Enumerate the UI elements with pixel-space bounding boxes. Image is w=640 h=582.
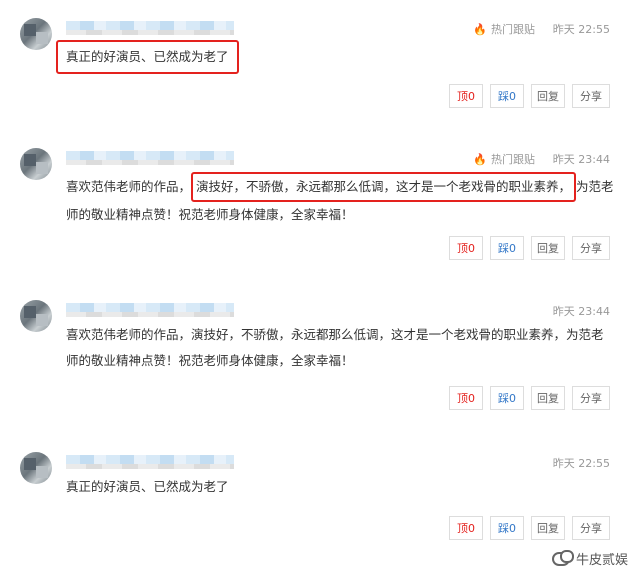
reply-button[interactable]: 回复 [531, 236, 565, 260]
comment-actions: 顶0 踩0 回复 分享 [443, 236, 610, 260]
highlighted-text: 演技好，不骄傲，永远都那么低调，这才是一个老戏骨的职业素养， [191, 172, 577, 202]
downvote-button[interactable]: 踩0 [490, 236, 524, 260]
upvote-button[interactable]: 顶0 [449, 386, 483, 410]
comment-item: 🔥 热门跟贴 昨天 22:55 真正的好演员、已然成为老了 顶0 踩0 回复 分… [0, 18, 640, 118]
share-button[interactable]: 分享 [572, 386, 610, 410]
comment-text: 喜欢范伟老师的作品，演技好，不骄傲，永远都那么低调，这才是一个老戏骨的职业素养，… [66, 327, 604, 368]
reply-button[interactable]: 回复 [531, 386, 565, 410]
downvote-button[interactable]: 踩0 [490, 84, 524, 108]
comment-item: 昨天 23:44 喜欢范伟老师的作品，演技好，不骄傲，永远都那么低调，这才是一个… [0, 300, 640, 420]
comment-item: 🔥 热门跟贴 昨天 23:44 喜欢范伟老师的作品， 演技好，不骄傲，永远都那么低… [0, 148, 640, 268]
hot-label: 热门跟贴 [491, 23, 535, 36]
username-blurred[interactable] [66, 303, 234, 317]
flame-icon: 🔥 [473, 152, 487, 166]
comment-actions: 顶0 踩0 回复 分享 [443, 386, 610, 410]
wechat-icon [551, 549, 574, 566]
avatar[interactable] [20, 452, 52, 484]
downvote-button[interactable]: 踩0 [490, 516, 524, 540]
username-blurred[interactable] [66, 455, 234, 469]
watermark-text: 牛皮贰娱 [575, 553, 628, 568]
username-blurred[interactable] [66, 151, 234, 165]
comment-actions: 顶0 踩0 回复 分享 [443, 84, 610, 108]
upvote-button[interactable]: 顶0 [449, 84, 483, 108]
hot-badge: 🔥 热门跟贴 [473, 21, 535, 37]
highlighted-text: 真正的好演员、已然成为老了 [56, 40, 239, 74]
watermark: 牛皮贰娱 [551, 549, 628, 568]
hot-label: 热门跟贴 [491, 153, 535, 166]
share-button[interactable]: 分享 [572, 516, 610, 540]
comment-actions: 顶0 踩0 回复 分享 [443, 516, 610, 540]
upvote-button[interactable]: 顶0 [449, 516, 483, 540]
reply-button[interactable]: 回复 [531, 516, 565, 540]
avatar[interactable] [20, 18, 52, 50]
comment-time: 昨天 22:55 [552, 457, 610, 470]
reply-button[interactable]: 回复 [531, 84, 565, 108]
comment-text: 真正的好演员、已然成为老了 [66, 479, 229, 494]
share-button[interactable]: 分享 [572, 84, 610, 108]
flame-icon: 🔥 [473, 22, 487, 36]
share-button[interactable]: 分享 [572, 236, 610, 260]
avatar[interactable] [20, 148, 52, 180]
comment-time: 昨天 22:55 [552, 23, 610, 36]
username-blurred[interactable] [66, 21, 234, 35]
comment-time: 昨天 23:44 [552, 153, 610, 166]
comment-item: 昨天 22:55 真正的好演员、已然成为老了 顶0 踩0 回复 分享 [0, 452, 640, 552]
avatar[interactable] [20, 300, 52, 332]
comment-text-before: 喜欢范伟老师的作品， [66, 179, 192, 194]
hot-badge: 🔥 热门跟贴 [473, 151, 535, 167]
comment-time: 昨天 23:44 [552, 305, 610, 318]
downvote-button[interactable]: 踩0 [490, 386, 524, 410]
upvote-button[interactable]: 顶0 [449, 236, 483, 260]
comment-text: 喜欢范伟老师的作品，演技好，不骄傲，永远都那么低调，这才是一个老戏骨的职业素养，… [66, 172, 614, 228]
comment-text: 真正的好演员、已然成为老了 [56, 40, 614, 74]
